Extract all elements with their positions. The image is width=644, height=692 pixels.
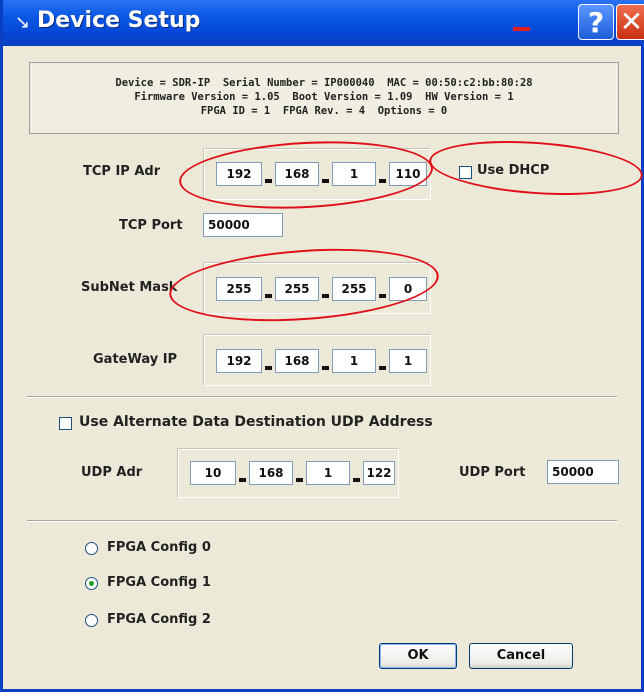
help-icon: ?: [587, 6, 605, 39]
device-info-panel: Device = SDR-IP Serial Number = IP000040…: [29, 62, 619, 134]
gateway-octet-3[interactable]: 1: [332, 349, 376, 373]
gateway-octet-4[interactable]: 1: [389, 349, 427, 373]
wrench-icon: ↘: [15, 12, 31, 33]
fpga-config-2-label: FPGA Config 2: [107, 612, 211, 627]
fpga-config-1-label: FPGA Config 1: [107, 575, 211, 590]
fpga-config-1-radio[interactable]: [85, 577, 98, 590]
subnet-mask-label: SubNet Mask: [81, 280, 178, 295]
alternate-udp-checkbox[interactable]: [59, 417, 72, 430]
alternate-udp-label: Use Alternate Data Destination UDP Addre…: [79, 414, 433, 430]
ip-dot-separator: [265, 366, 272, 370]
udp-port-label: UDP Port: [459, 465, 526, 480]
firmware-info-line: Firmware Version = 1.05 Boot Version = 1…: [134, 91, 514, 103]
udp-adr-label: UDP Adr: [81, 465, 143, 480]
ip-dot-separator: [379, 366, 386, 370]
annotation-ellipse: [427, 134, 644, 202]
annotation-ellipse: [166, 240, 442, 330]
tcp-port-label: TCP Port: [119, 218, 183, 233]
gateway-ip-label: GateWay IP: [93, 352, 178, 367]
ip-dot-separator: [239, 478, 246, 482]
ip-dot-separator: [322, 366, 329, 370]
udp-port-input[interactable]: 50000: [547, 460, 619, 484]
ok-button[interactable]: OK: [379, 643, 457, 669]
gateway-octet-2[interactable]: 168: [275, 349, 319, 373]
help-button[interactable]: ?: [578, 4, 614, 40]
udp-octet-1[interactable]: 10: [190, 461, 236, 485]
close-icon: ✕: [619, 5, 644, 38]
minimize-icon[interactable]: [513, 27, 530, 31]
ip-dot-separator: [353, 478, 360, 482]
fpga-config-2-radio[interactable]: [85, 614, 98, 627]
close-button[interactable]: ✕: [616, 4, 644, 40]
tcp-ip-label: TCP IP Adr: [83, 164, 161, 179]
fpga-config-0-label: FPGA Config 0: [107, 540, 211, 555]
title-bar[interactable]: ↘ Device Setup ? ✕: [3, 0, 644, 46]
udp-octet-2[interactable]: 168: [249, 461, 293, 485]
gateway-octet-1[interactable]: 192: [216, 349, 262, 373]
ip-dot-separator: [296, 478, 303, 482]
fpga-info-line: FPGA ID = 1 FPGA Rev. = 4 Options = 0: [200, 105, 448, 117]
device-info-line: Device = SDR-IP Serial Number = IP000040…: [115, 77, 533, 89]
udp-octet-4[interactable]: 122: [363, 461, 395, 485]
udp-octet-3[interactable]: 1: [306, 461, 350, 485]
tcp-port-input[interactable]: 50000: [203, 213, 283, 237]
udp-adr-group: 10 168 1 122: [177, 448, 399, 498]
fpga-config-0-radio[interactable]: [85, 542, 98, 555]
device-setup-window: ↘ Device Setup ? ✕ Device = SDR-IP Seria…: [0, 0, 644, 692]
window-title: Device Setup: [37, 8, 201, 33]
gateway-ip-group: 192 168 1 1: [203, 334, 431, 386]
cancel-button[interactable]: Cancel: [469, 643, 573, 669]
divider: [27, 396, 617, 398]
divider: [27, 520, 617, 522]
